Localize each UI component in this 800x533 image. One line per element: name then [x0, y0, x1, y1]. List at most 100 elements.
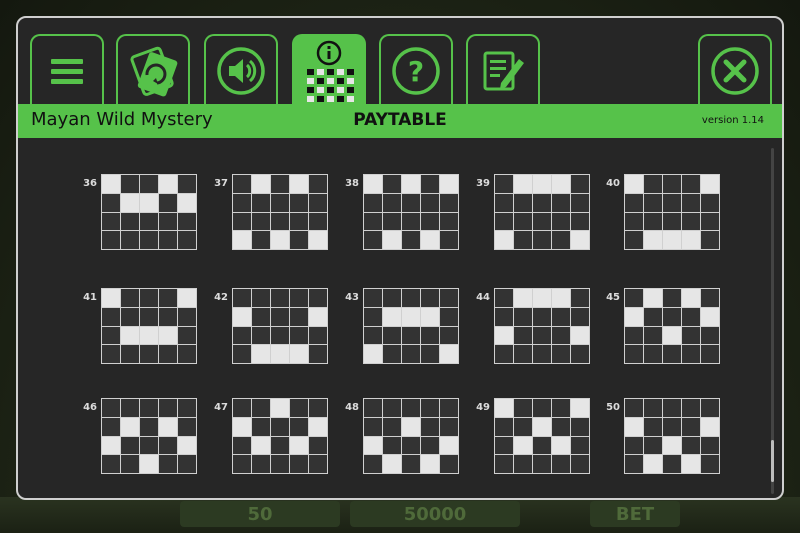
- payline-cell: [571, 417, 589, 436]
- payline-cell-active: [682, 289, 700, 307]
- payline-cell: [290, 193, 308, 212]
- payline-cell: [514, 417, 532, 436]
- payline-cell: [364, 455, 382, 473]
- payline-cell: [701, 399, 719, 417]
- payline-cell: [252, 455, 270, 473]
- payline-cell-active: [364, 436, 382, 455]
- payline-cell-active: [663, 326, 681, 345]
- tab-close[interactable]: [698, 34, 772, 106]
- payline-cell: [178, 326, 196, 345]
- payline-cell: [233, 345, 251, 363]
- payline-cell: [682, 193, 700, 212]
- payline-cell: [102, 193, 120, 212]
- payline-cell: [159, 193, 177, 212]
- payline-cell-active: [402, 175, 420, 193]
- payline-cell: [140, 307, 158, 326]
- payline-cell: [140, 289, 158, 307]
- payline-cell: [701, 231, 719, 249]
- payline-cell-active: [233, 307, 251, 326]
- payline-cell: [402, 193, 420, 212]
- payline-cell: [233, 399, 251, 417]
- payline-cell: [552, 455, 570, 473]
- payline-cell: [440, 455, 458, 473]
- payline-cell: [682, 175, 700, 193]
- payline-cell-active: [533, 289, 551, 307]
- payline-pattern-42: [232, 288, 328, 364]
- payline-cell-active: [682, 231, 700, 249]
- payline-cell: [421, 289, 439, 307]
- payline-cell: [309, 175, 327, 193]
- close-x-icon: [711, 47, 759, 95]
- payline-cell: [514, 399, 532, 417]
- payline-cell: [644, 175, 662, 193]
- payline-cell: [514, 193, 532, 212]
- payline-cell: [364, 399, 382, 417]
- payline-cell: [178, 307, 196, 326]
- payline-cell-active: [121, 417, 139, 436]
- payline-cell: [552, 307, 570, 326]
- payline-cell: [140, 231, 158, 249]
- payline-cell: [159, 289, 177, 307]
- payline-cell: [514, 212, 532, 231]
- payline-cell: [495, 436, 513, 455]
- tab-autoplay[interactable]: [116, 34, 190, 106]
- payline-cell: [364, 326, 382, 345]
- payline-cell-active: [309, 307, 327, 326]
- payline-cell: [233, 455, 251, 473]
- payline-cell: [571, 289, 589, 307]
- payline-cell: [252, 307, 270, 326]
- payline-cell: [402, 399, 420, 417]
- payline-cell: [271, 417, 289, 436]
- payline-number: 46: [83, 402, 97, 413]
- payline-cell-active: [140, 193, 158, 212]
- tab-sound[interactable]: [204, 34, 278, 106]
- payline-cell: [663, 399, 681, 417]
- tab-help[interactable]: ?: [379, 34, 453, 106]
- payline-cell: [701, 455, 719, 473]
- payline-cell: [252, 399, 270, 417]
- payline-cell: [701, 212, 719, 231]
- payline-cell: [121, 175, 139, 193]
- payline-cell-active: [271, 399, 289, 417]
- paylines-grid: 36 37 38 39 40 41 42 43 44 45 46 47 48 49 50: [18, 138, 782, 498]
- payline-pattern-37: [232, 174, 328, 250]
- payline-cell-active: [159, 417, 177, 436]
- payline-cell: [102, 307, 120, 326]
- payline-cell: [421, 193, 439, 212]
- payline-cell-active: [533, 175, 551, 193]
- payline-cell: [625, 212, 643, 231]
- payline-cell: [121, 289, 139, 307]
- payline-cell-active: [121, 326, 139, 345]
- payline-cell: [495, 345, 513, 363]
- payline-cell: [663, 289, 681, 307]
- payline-cell: [625, 436, 643, 455]
- payline-cell: [309, 436, 327, 455]
- payline-cell-active: [364, 345, 382, 363]
- payline-cell-active: [440, 436, 458, 455]
- payline-pattern-38: [363, 174, 459, 250]
- payline-cell: [701, 289, 719, 307]
- payline-cell-active: [140, 326, 158, 345]
- tab-history[interactable]: [466, 34, 540, 106]
- payline-cell: [495, 212, 513, 231]
- payline-cell: [440, 326, 458, 345]
- payline-cell-active: [402, 307, 420, 326]
- payline-cell: [644, 193, 662, 212]
- payline-cell: [421, 436, 439, 455]
- payline-pattern-44: [494, 288, 590, 364]
- payline-cell-active: [383, 307, 401, 326]
- tab-menu[interactable]: [30, 34, 104, 106]
- payline-cell-active: [140, 455, 158, 473]
- scrollbar-thumb[interactable]: [771, 440, 774, 482]
- title-bar: Mayan Wild Mystery PAYTABLE version 1.14: [18, 104, 782, 138]
- tab-paytable[interactable]: [292, 34, 366, 106]
- payline-cell: [495, 175, 513, 193]
- payline-cell: [140, 345, 158, 363]
- payline-cell: [178, 455, 196, 473]
- payline-cell: [178, 345, 196, 363]
- scrollbar-track[interactable]: [771, 148, 774, 494]
- payline-cell: [421, 345, 439, 363]
- payline-cell-active: [271, 231, 289, 249]
- payline-cell: [571, 193, 589, 212]
- payline-cell: [644, 345, 662, 363]
